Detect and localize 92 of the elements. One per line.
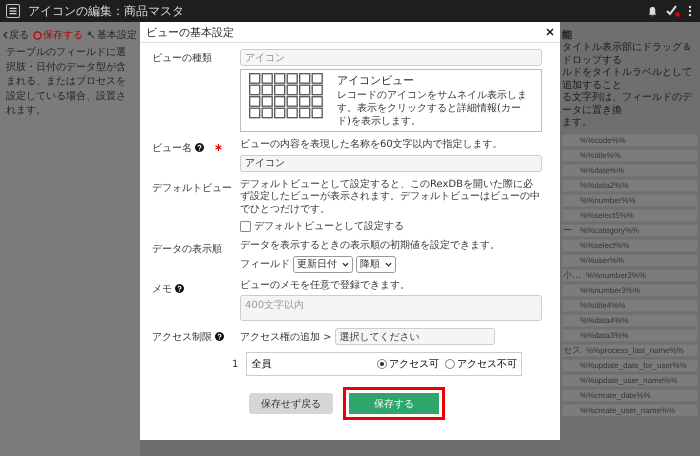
- field-token-row[interactable]: ー %%category%%: [562, 224, 698, 236]
- field-token: %%date%%: [579, 166, 624, 174]
- menu-icon[interactable]: [6, 4, 20, 18]
- sort-direction-dropdown[interactable]: 降順: [356, 256, 396, 272]
- field-token: %%category%%: [579, 226, 640, 234]
- field-label: フィールド: [240, 258, 290, 271]
- field-token-row[interactable]: %%code%%: [562, 134, 698, 146]
- description-text: る文字列は、フィールドのデータに置き換: [562, 92, 694, 117]
- field-label: デフォルトビュー: [152, 182, 232, 194]
- field-token: %%update_date_for_user%%: [579, 360, 687, 370]
- access-radio[interactable]: アクセス可: [377, 357, 439, 371]
- field-token-row[interactable]: セス %%process_last_name%%: [562, 344, 698, 356]
- field-token: %%code%%: [579, 136, 626, 144]
- field-name: 小…: [563, 270, 581, 280]
- field-label: ビュー名: [152, 142, 192, 155]
- field-token-row[interactable]: %%number3%%: [562, 284, 698, 296]
- field-token-row[interactable]: %%create_date%%: [562, 388, 698, 402]
- field-token-row[interactable]: %%select%%: [562, 238, 698, 252]
- help-icon[interactable]: [215, 332, 224, 341]
- field-token-row[interactable]: %%select5%%: [562, 208, 698, 222]
- save-button[interactable]: 保存する: [343, 387, 445, 420]
- description-text: テーブルのフィールドに選択肢・日付のデータ型が含まれる、またはプロセスを設定している場合、設置されます。: [6, 46, 127, 118]
- close-icon[interactable]: [546, 28, 554, 36]
- field-token: %%data3%%: [579, 330, 628, 340]
- field-token-row[interactable]: %%data4%%: [562, 314, 698, 326]
- description-text: ます。: [562, 117, 593, 130]
- field-label: メモ: [152, 282, 172, 296]
- preview-description: レコードのアイコンをサムネイル表示します。表示をクリックすると詳細情報(カード)を表示します。: [337, 89, 528, 128]
- circle-icon: [33, 30, 42, 40]
- field-token-row[interactable]: 小… %%number2%%: [562, 268, 698, 282]
- field-token-row[interactable]: %%title4%%: [562, 298, 698, 312]
- field-token: %%data4%%: [579, 316, 628, 324]
- field-token: %%process_last_name%%: [585, 346, 684, 354]
- field-token: %%create_user_name%%: [579, 406, 676, 414]
- save-link[interactable]: 保存する: [33, 28, 83, 42]
- bell-icon[interactable]: [647, 6, 658, 16]
- settings-link[interactable]: 基本設定: [87, 28, 137, 42]
- field-token: %%create_date%%: [579, 390, 651, 400]
- help-text: ビューのメモを任意で登録できます。: [240, 280, 411, 292]
- checkmark-icon[interactable]: [666, 5, 680, 17]
- caret-icon: [342, 262, 349, 266]
- field-token: %%number3%%: [579, 286, 640, 294]
- entry-name: 全員: [251, 358, 272, 371]
- field-token: %%title%%: [579, 150, 621, 160]
- default-view-checkbox[interactable]: デフォルトビューとして設定する: [240, 219, 542, 233]
- view-name-field[interactable]: アイコン: [240, 154, 542, 172]
- dialog-title: ビューの基本設定: [146, 24, 234, 40]
- section-heading: 能: [562, 28, 573, 42]
- field-token: %%title4%%: [579, 300, 626, 310]
- field-token-row[interactable]: %%create_user_name%%: [562, 404, 698, 416]
- field-token: %%user%%: [579, 256, 624, 264]
- field-token-row[interactable]: %%title%%: [562, 148, 698, 162]
- caret-icon: [385, 262, 392, 266]
- field-token: %%select5%%: [579, 210, 634, 220]
- field-token: %%number2%%: [585, 270, 646, 280]
- description-text: タイトル表示部にドラッグ＆ドロップする: [562, 42, 693, 67]
- description-text: ルドをタイトルラベルとして追加すること: [562, 67, 693, 92]
- view-type-field: アイコン: [240, 49, 542, 66]
- field-label: データの表示順: [152, 242, 222, 256]
- help-text: ビューの内容を表現した名称を60文字以内で指定します。: [240, 139, 504, 152]
- wrench-icon: [87, 30, 96, 40]
- field-label: ビューの種類: [152, 52, 212, 65]
- preview-title: アイコンビュー: [337, 73, 415, 88]
- field-token-row[interactable]: %%data2%%: [562, 178, 698, 192]
- field-token: %%update_user_name%%: [579, 376, 678, 384]
- field-name: セス: [563, 346, 581, 356]
- help-text: データを表示するときの表示順の初期値を設定できます。: [240, 240, 501, 252]
- field-token-row[interactable]: %%number%%: [562, 194, 698, 206]
- help-icon[interactable]: [175, 284, 184, 292]
- back-link[interactable]: 戻る: [3, 28, 29, 42]
- access-radio[interactable]: アクセス不可: [445, 357, 517, 371]
- field-token: %%select%%: [579, 240, 630, 250]
- field-token: %%data2%%: [579, 180, 628, 190]
- app-title: アイコンの編集：商品マスタ: [28, 2, 184, 20]
- field-label: アクセス制限: [152, 330, 212, 344]
- field-token-row[interactable]: %%data3%%: [562, 328, 698, 342]
- field-label: アクセス権の追加 >: [240, 330, 332, 344]
- field-token-row[interactable]: %%update_date_for_user%%: [562, 358, 698, 372]
- field-token-row[interactable]: %%update_user_name%%: [562, 374, 698, 386]
- access-select-field[interactable]: 選択してください: [334, 328, 495, 345]
- memo-field[interactable]: 400文字以内: [240, 295, 542, 321]
- field-token-row[interactable]: %%user%%: [562, 254, 698, 266]
- chevron-left-icon: [3, 31, 8, 39]
- sort-field-dropdown[interactable]: 更新日付: [293, 256, 353, 272]
- field-token: %%number%%: [579, 196, 636, 204]
- help-icon[interactable]: [195, 143, 204, 152]
- field-token-row[interactable]: %%date%%: [562, 164, 698, 176]
- row-number: 1: [232, 358, 238, 370]
- cancel-button[interactable]: 保存せず戻る: [249, 393, 333, 414]
- field-name: ー: [563, 226, 572, 236]
- help-text: デフォルトビューとして設定すると、このRexDBを開いた際に必ず設定したビューが表示されます。デフォルトビューはビューの中でひとつだけです。: [240, 178, 541, 216]
- more-icon[interactable]: [688, 5, 692, 17]
